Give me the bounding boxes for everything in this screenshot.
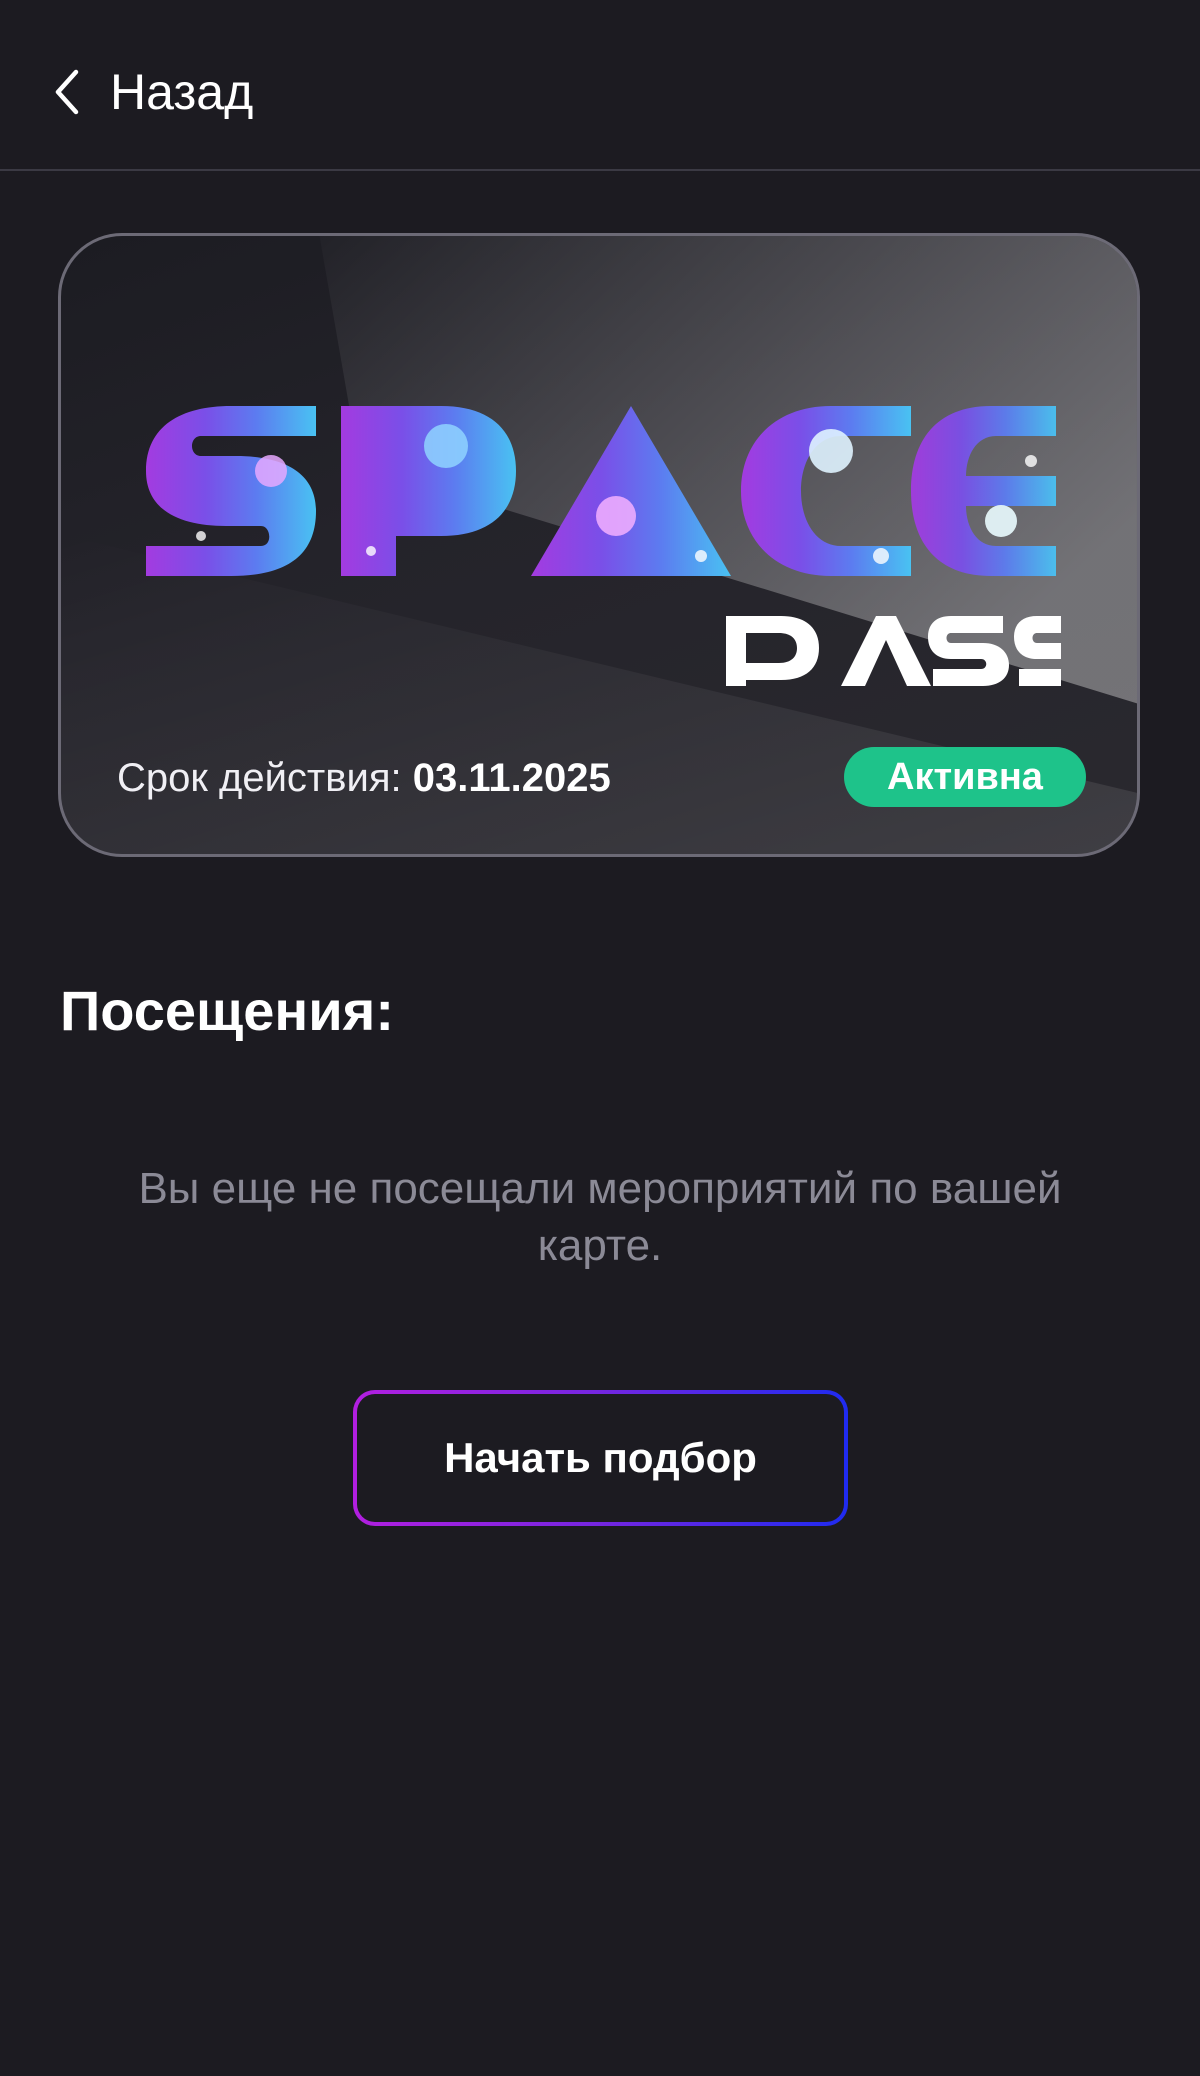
validity-label: Срок действия: — [117, 756, 402, 800]
start-selection-label: Начать подбор — [357, 1394, 844, 1522]
empty-visits-message: Вы еще не посещали мероприятий по вашей … — [138, 1164, 1062, 1270]
validity-text: Срок действия: 03.11.2025 — [117, 754, 611, 802]
visits-title: Посещения: — [60, 979, 394, 1042]
status-badge: Активна — [844, 747, 1086, 807]
validity-date: 03.11.2025 — [412, 756, 611, 800]
space-pass-logo — [146, 406, 1061, 686]
back-button[interactable]: Назад — [52, 66, 253, 118]
back-label: Назад — [110, 64, 254, 120]
space-pass-card[interactable]: Срок действия: 03.11.2025 Активна — [58, 233, 1140, 857]
start-selection-button[interactable]: Начать подбор — [353, 1390, 848, 1526]
chevron-left-icon — [55, 69, 79, 115]
top-bar: Назад — [0, 0, 1200, 171]
